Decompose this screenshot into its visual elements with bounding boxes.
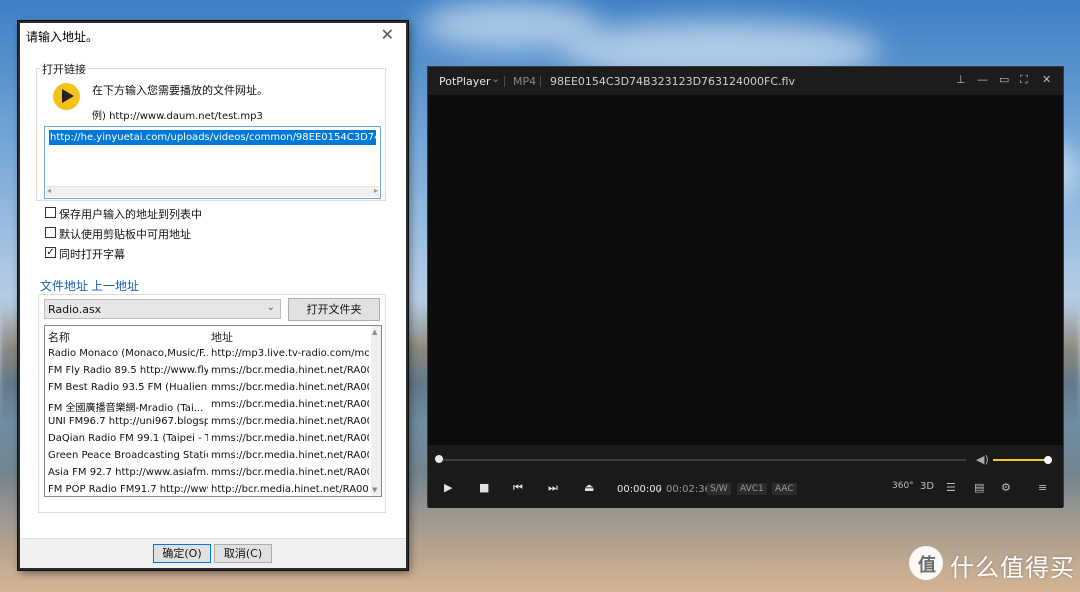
background-cloud: [420, 0, 600, 50]
playlist-select-value: Radio.asx: [48, 303, 102, 316]
dialog-title: 请输入地址。: [26, 30, 99, 44]
watermark-text: 什么值得买: [950, 554, 1075, 582]
playlist-icon[interactable]: ▤: [974, 481, 984, 494]
video-search-icon[interactable]: ☰: [946, 481, 956, 494]
cancel-button[interactable]: 取消(C): [214, 544, 272, 563]
chevron-down-icon[interactable]: ⌄: [491, 72, 500, 85]
list-item[interactable]: Radio Monaco (Monaco,Music/F... http://mp…: [45, 348, 371, 365]
pin-icon[interactable]: ⊥: [956, 73, 966, 86]
tab-previous-address[interactable]: 上一地址: [91, 277, 139, 294]
player-titlebar[interactable]: PotPlayer ⌄ MP4 98EE0154C3D74B323123D763…: [428, 67, 1063, 95]
scroll-down-icon[interactable]: ▼: [372, 486, 377, 494]
fullscreen-icon[interactable]: ⛶: [1020, 73, 1028, 87]
stop-icon[interactable]: ■: [479, 481, 489, 494]
dialog-footer: 确定(O) 取消(C): [20, 538, 406, 568]
previous-icon[interactable]: ⏮: [513, 481, 523, 495]
maximize-icon[interactable]: ▭: [999, 73, 1009, 86]
save-to-list-checkbox[interactable]: [45, 207, 56, 218]
close-icon[interactable]: ✕: [381, 25, 394, 44]
audio-codec-tag[interactable]: AAC: [772, 483, 797, 495]
play-icon: [53, 83, 80, 110]
video-codec-tag[interactable]: AVC1: [737, 483, 767, 495]
chevron-down-icon: ⌄: [266, 302, 275, 313]
url-input-value[interactable]: http://he.yinyuetai.com/uploads/videos/c…: [49, 130, 376, 145]
volume-handle[interactable]: [1044, 456, 1052, 464]
list-item[interactable]: UNI FM96.7 http://uni967.blogsp... mms://…: [45, 416, 371, 433]
titlebar-divider: [504, 76, 505, 87]
list-item[interactable]: Green Peace Broadcasting Statio... mms://…: [45, 450, 371, 467]
playlist-select[interactable]: Radio.asx ⌄: [44, 299, 281, 319]
scroll-left-icon[interactable]: ◂: [47, 186, 51, 195]
scroll-right-icon[interactable]: ▸: [374, 186, 378, 195]
list-item[interactable]: Asia FM 92.7 http://www.asiafm.... mms://…: [45, 467, 371, 484]
open-folder-button[interactable]: 打开文件夹: [288, 298, 380, 321]
gear-icon[interactable]: ⚙: [1001, 481, 1011, 494]
url-input[interactable]: http://he.yinyuetai.com/uploads/videos/c…: [44, 126, 381, 199]
next-icon[interactable]: ⏭: [548, 481, 558, 495]
total-time: 00:02:36: [666, 484, 711, 495]
use-clipboard-checkbox[interactable]: [45, 227, 56, 238]
url-input-scrollbar[interactable]: ◂ ▸: [46, 186, 379, 197]
open-subtitles-checkbox[interactable]: ✓: [45, 247, 56, 258]
titlebar-divider: [540, 76, 541, 87]
seek-bar[interactable]: [439, 459, 966, 461]
tab-file-address[interactable]: 文件地址: [40, 277, 88, 294]
list-item[interactable]: DaQian Radio FM 99.1 (Taipei - T... mms:/…: [45, 433, 371, 450]
control-bar: ◀) ▶ ■ ⏮ ⏭ ⏏ 00:00:00 / 00:02:36 S/W AVC…: [428, 445, 1063, 508]
menu-icon[interactable]: ≡: [1038, 481, 1047, 494]
eject-icon[interactable]: ⏏: [584, 481, 594, 494]
open-link-group-label: 打开链接: [40, 61, 88, 77]
volume-icon[interactable]: ◀): [976, 453, 989, 466]
ok-button[interactable]: 确定(O): [153, 544, 211, 563]
save-to-list-label[interactable]: 保存用户输入的地址到列表中: [59, 206, 202, 222]
time-separator: /: [658, 484, 662, 495]
open-url-dialog: 请输入地址。 ✕ 打开链接 在下方输入您需要播放的文件网址。 例) http:/…: [18, 21, 408, 570]
list-scrollbar[interactable]: ▲ ▼: [371, 326, 381, 496]
3d-icon[interactable]: 3D: [920, 481, 934, 492]
play-icon[interactable]: ▶: [444, 481, 452, 494]
current-time: 00:00:00: [617, 484, 662, 495]
volume-fill: [993, 459, 1049, 461]
renderer-tag[interactable]: S/W: [707, 483, 731, 495]
file-name: 98EE0154C3D74B323123D763124000FC.flv: [550, 75, 795, 88]
app-menu-button[interactable]: PotPlayer: [439, 75, 491, 88]
list-item[interactable]: FM 全國廣播音樂網-Mradio (Tai... mms://bcr.media…: [45, 399, 371, 416]
seek-handle[interactable]: [435, 455, 443, 463]
list-item[interactable]: FM Best Radio 93.5 FM (Hualien ... mms://…: [45, 382, 371, 399]
open-subtitles-label[interactable]: 同时打开字幕: [59, 246, 125, 262]
minimize-icon[interactable]: —: [977, 73, 988, 86]
station-list[interactable]: 名称 地址 Radio Monaco (Monaco,Music/F... htt…: [44, 325, 382, 497]
format-label: MP4: [513, 75, 537, 88]
video-area[interactable]: [428, 95, 1063, 445]
close-icon[interactable]: ✕: [1042, 73, 1051, 86]
vr-360-icon[interactable]: 360°: [892, 481, 914, 491]
url-hint-text: 在下方输入您需要播放的文件网址。: [92, 84, 268, 97]
column-header-name[interactable]: 名称: [48, 329, 70, 345]
scroll-up-icon[interactable]: ▲: [372, 328, 377, 336]
watermark-logo-icon: 值: [909, 546, 943, 580]
column-header-address[interactable]: 地址: [211, 329, 233, 345]
list-item[interactable]: FM Fly Radio 89.5 http://www.flyr... mms:…: [45, 365, 371, 382]
use-clipboard-label[interactable]: 默认使用剪贴板中可用地址: [59, 226, 191, 242]
potplayer-window: PotPlayer ⌄ MP4 98EE0154C3D74B323123D763…: [427, 66, 1064, 508]
url-example-text: 例) http://www.daum.net/test.mp3: [92, 111, 263, 122]
list-item[interactable]: FM POP Radio FM91.7 http://www... http://…: [45, 484, 371, 496]
